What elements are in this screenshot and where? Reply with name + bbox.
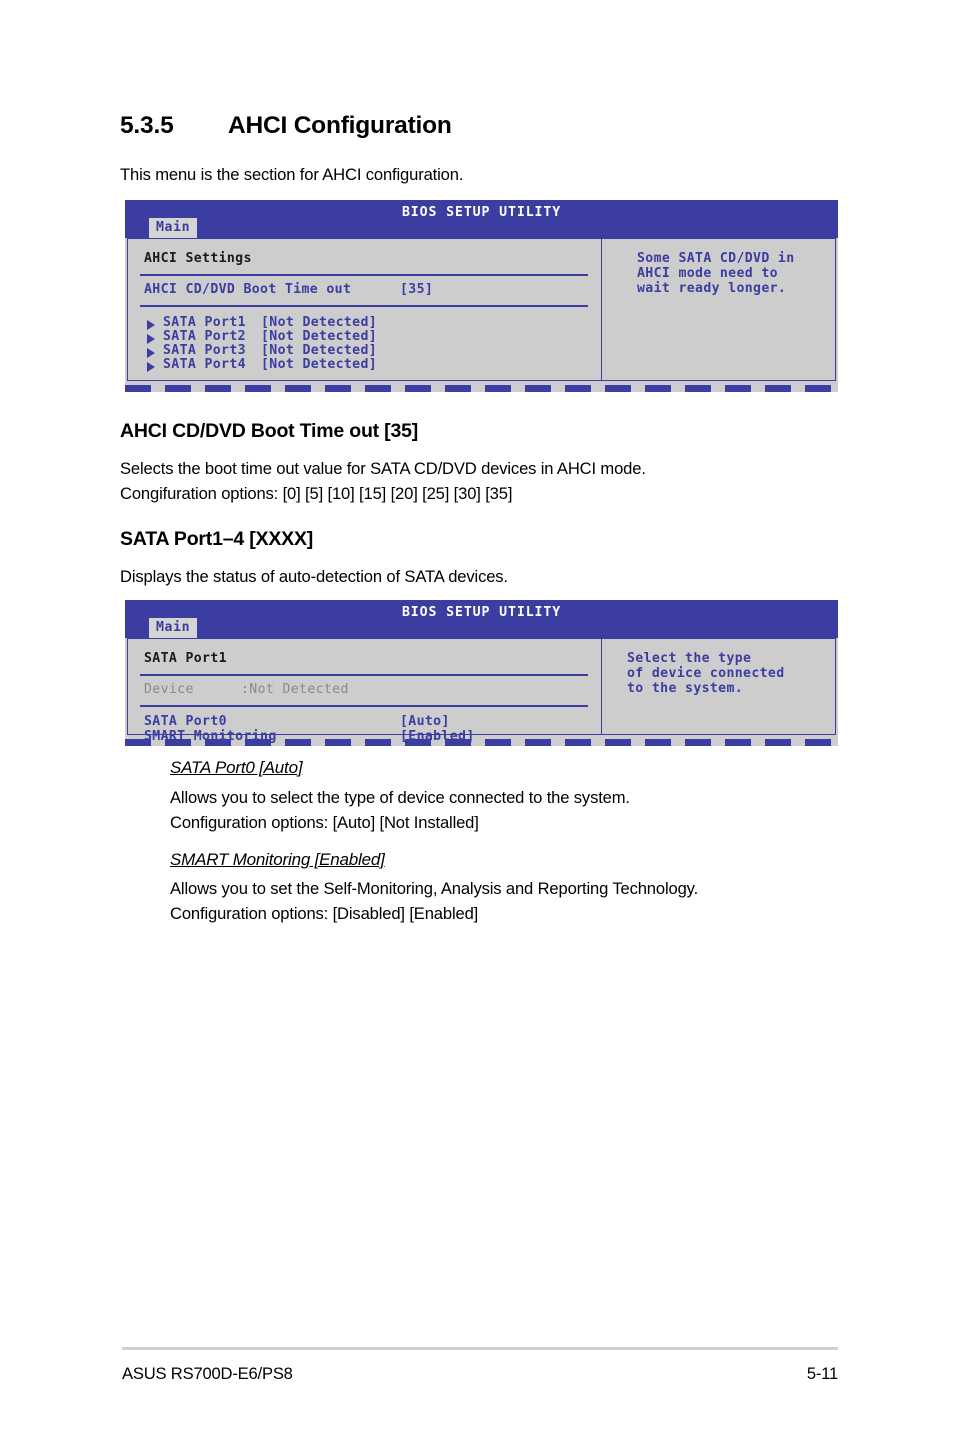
bios-utility-title: BIOS SETUP UTILITY <box>401 205 562 220</box>
bios-port-value-4[interactable]: [Not Detected] <box>261 357 377 372</box>
footer-product-name: ASUS RS700D-E6/PS8 <box>122 1364 293 1383</box>
chevron-right-icon <box>147 348 155 358</box>
bios-tab-main[interactable]: Main <box>149 218 198 238</box>
bios-setting-value-boot-timeout[interactable]: [35] <box>400 282 433 297</box>
footer-divider <box>122 1347 838 1350</box>
bios-help-line-3: wait ready longer. <box>637 281 787 296</box>
bios-help-line-1: Select the type <box>627 651 752 666</box>
chevron-right-icon <box>147 320 155 330</box>
bios-panels: SATA Port1 Device :Not Detected SATA Por… <box>127 638 836 744</box>
bios-setting-value-smart-monitoring[interactable]: [Enabled] <box>400 729 475 744</box>
divider-top <box>140 274 588 276</box>
document-page: 5.3.5 AHCI Configuration This menu is the… <box>0 0 954 1438</box>
section-intro: This menu is the section for AHCI config… <box>120 165 464 184</box>
bios-title-bar: BIOS SETUP UTILITY Main <box>125 200 838 238</box>
bios-help-line-1: Some SATA CD/DVD in <box>637 251 795 266</box>
bios-setting-label-boot-timeout[interactable]: AHCI CD/DVD Boot Time out <box>144 282 351 297</box>
item-sata-port0-line-2: Configuration options: [Auto] [Not Insta… <box>170 813 479 832</box>
bios-title-bar: BIOS SETUP UTILITY Main <box>125 600 838 638</box>
subsection-1-line-2: Congifuration options: [0] [5] [10] [15]… <box>120 484 513 503</box>
bios-screenshot-ahci-settings: BIOS SETUP UTILITY Main AHCI Settings AH… <box>125 200 838 392</box>
bios-tab-main[interactable]: Main <box>149 618 198 638</box>
chevron-right-icon <box>147 362 155 372</box>
bios-bottom-dashed-border <box>125 385 838 392</box>
bios-body: AHCI Settings AHCI CD/DVD Boot Time out … <box>125 238 838 392</box>
bios-group-label: SATA Port1 <box>144 651 227 666</box>
bios-setting-label-smart-monitoring[interactable]: SMART Monitoring <box>144 729 277 744</box>
bios-group-label: AHCI Settings <box>144 251 252 266</box>
bios-port-value-3[interactable]: [Not Detected] <box>261 343 377 358</box>
item-sata-port0-line-1: Allows you to select the type of device … <box>170 788 630 807</box>
subheading-ahci-boot-timeout: AHCI CD/DVD Boot Time out [35] <box>120 420 419 442</box>
chevron-right-icon <box>147 334 155 344</box>
item-heading-smart-monitoring: SMART Monitoring [Enabled] <box>170 850 385 869</box>
bios-port-label-3[interactable]: SATA Port3 <box>163 343 246 358</box>
page-title: 5.3.5 AHCI Configuration <box>120 112 452 140</box>
section-number: 5.3.5 <box>120 112 174 139</box>
bios-utility-title: BIOS SETUP UTILITY <box>401 605 562 620</box>
footer-page-number: 5-11 <box>806 1364 838 1383</box>
divider-bottom <box>140 305 588 307</box>
bios-port-label-4[interactable]: SATA Port4 <box>163 357 246 372</box>
bios-help-line-3: to the system. <box>627 681 744 696</box>
bios-panels: AHCI Settings AHCI CD/DVD Boot Time out … <box>127 238 836 381</box>
bios-help-line-2: AHCI mode need to <box>637 266 778 281</box>
subsection-2-line-1: Displays the status of auto-detection of… <box>120 567 508 586</box>
bios-port-value-1[interactable]: [Not Detected] <box>261 315 377 330</box>
bios-device-label: Device <box>144 682 194 697</box>
bios-screenshot-sata-port1: BIOS SETUP UTILITY Main SATA Port1 Devic… <box>125 600 838 746</box>
bios-main-panel: AHCI Settings AHCI CD/DVD Boot Time out … <box>128 239 602 380</box>
bios-help-line-2: of device connected <box>627 666 785 681</box>
bios-port-label-2[interactable]: SATA Port2 <box>163 329 246 344</box>
item-heading-sata-port0: SATA Port0 [Auto] <box>170 758 303 777</box>
bios-setting-value-sata-port0[interactable]: [Auto] <box>400 714 450 729</box>
divider-bottom <box>140 705 588 707</box>
bios-port-value-2[interactable]: [Not Detected] <box>261 329 377 344</box>
bios-body: SATA Port1 Device :Not Detected SATA Por… <box>125 638 838 746</box>
bios-device-value: :Not Detected <box>241 682 349 697</box>
subheading-sata-port1-4: SATA Port1–4 [XXXX] <box>120 528 314 550</box>
bios-help-panel: Some SATA CD/DVD in AHCI mode need to wa… <box>602 239 835 380</box>
section-title: AHCI Configuration <box>228 112 452 139</box>
bios-help-panel: Select the type of device connected to t… <box>602 639 835 734</box>
bios-main-panel: SATA Port1 Device :Not Detected SATA Por… <box>128 639 602 744</box>
divider-top <box>140 674 588 676</box>
item-smart-monitoring-line-2: Configuration options: [Disabled] [Enabl… <box>170 904 479 923</box>
bios-setting-label-sata-port0[interactable]: SATA Port0 <box>144 714 227 729</box>
item-smart-monitoring-line-1: Allows you to set the Self-Monitoring, A… <box>170 879 699 898</box>
bios-port-label-1[interactable]: SATA Port1 <box>163 315 246 330</box>
subsection-1-line-1: Selects the boot time out value for SATA… <box>120 459 646 478</box>
